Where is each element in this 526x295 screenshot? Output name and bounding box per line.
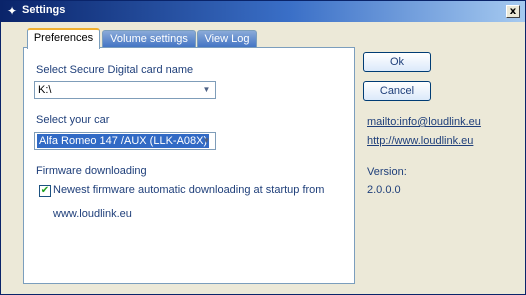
close-button[interactable]: x xyxy=(506,5,520,18)
firmware-checkbox-label-line2: www.loudlink.eu xyxy=(53,208,132,220)
sd-card-label: Select Secure Digital card name xyxy=(36,64,194,76)
ok-button[interactable]: Ok xyxy=(363,52,431,72)
checkmark-icon: ✔ xyxy=(40,185,50,196)
chevron-down-icon[interactable]: ▼ xyxy=(199,83,214,97)
car-label: Select your car xyxy=(36,114,110,126)
tab-preferences[interactable]: Preferences xyxy=(27,28,100,49)
email-link[interactable]: mailto:info@loudlink.eu xyxy=(367,116,481,128)
car-value: Alfa Romeo 147 /AUX (LLK-A08X) xyxy=(37,134,210,148)
firmware-auto-download-checkbox[interactable]: ✔ xyxy=(39,185,51,197)
sd-card-value: K:\ xyxy=(38,84,52,96)
firmware-section-label: Firmware downloading xyxy=(36,165,147,177)
version-label: Version: xyxy=(367,166,407,178)
car-select[interactable]: Alfa Romeo 147 /AUX (LLK-A08X) ▼ xyxy=(34,132,216,150)
window-title: Settings xyxy=(22,4,66,16)
settings-window: ✦ Settings x Preferences Volume settings… xyxy=(0,0,526,295)
sd-card-select[interactable]: K:\ ▼ xyxy=(34,81,216,99)
cancel-button[interactable]: Cancel xyxy=(363,81,431,101)
website-link[interactable]: http://www.loudlink.eu xyxy=(367,135,473,147)
title-bar[interactable]: ✦ Settings x xyxy=(1,1,525,22)
firmware-checkbox-label: Newest firmware automatic downloading at… xyxy=(53,184,325,196)
version-value: 2.0.0.0 xyxy=(367,184,401,196)
chevron-down-icon[interactable]: ▼ xyxy=(199,134,214,148)
wrench-icon: ✦ xyxy=(6,4,18,18)
